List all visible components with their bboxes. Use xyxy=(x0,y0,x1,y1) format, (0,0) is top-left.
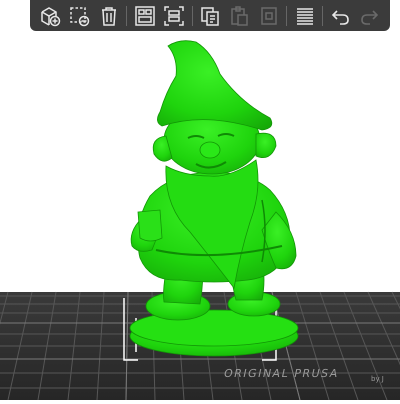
redo-arrow-icon xyxy=(361,9,379,25)
toolbar-divider xyxy=(126,5,128,26)
layers-button[interactable] xyxy=(293,4,317,28)
trash-icon xyxy=(101,6,116,26)
scene-svg xyxy=(0,40,400,401)
3d-viewport[interactable]: ORIGINAL PRUSA by J xyxy=(0,0,400,401)
delete-all-button[interactable] xyxy=(97,4,121,28)
undo-arrow-icon xyxy=(332,9,350,25)
undo-button[interactable] xyxy=(328,4,352,28)
copy-icon xyxy=(201,6,219,26)
split-frame-icon xyxy=(164,5,184,26)
toolbar-divider xyxy=(286,5,288,26)
cube-plus-icon xyxy=(41,6,61,26)
arrange-button[interactable] xyxy=(133,4,157,28)
dashed-square-minus-icon xyxy=(70,6,90,26)
delete-button[interactable] xyxy=(67,4,91,28)
arrange-grid-icon xyxy=(134,5,155,26)
add-object-button[interactable] xyxy=(38,4,62,28)
layers-icon xyxy=(296,7,313,25)
add-instance-button[interactable] xyxy=(257,4,281,28)
toolbar-divider xyxy=(191,5,193,26)
paste-icon xyxy=(231,5,249,26)
copy-button[interactable] xyxy=(198,4,222,28)
redo-button[interactable] xyxy=(358,4,382,28)
add-instance-icon xyxy=(261,6,277,25)
plate-brand-sublabel: by J xyxy=(371,375,384,383)
toolbar-divider xyxy=(322,5,324,26)
top-toolbar xyxy=(30,0,390,31)
paste-button[interactable] xyxy=(227,4,251,28)
plate-brand-label: ORIGINAL PRUSA xyxy=(222,367,341,380)
split-button[interactable] xyxy=(162,4,186,28)
